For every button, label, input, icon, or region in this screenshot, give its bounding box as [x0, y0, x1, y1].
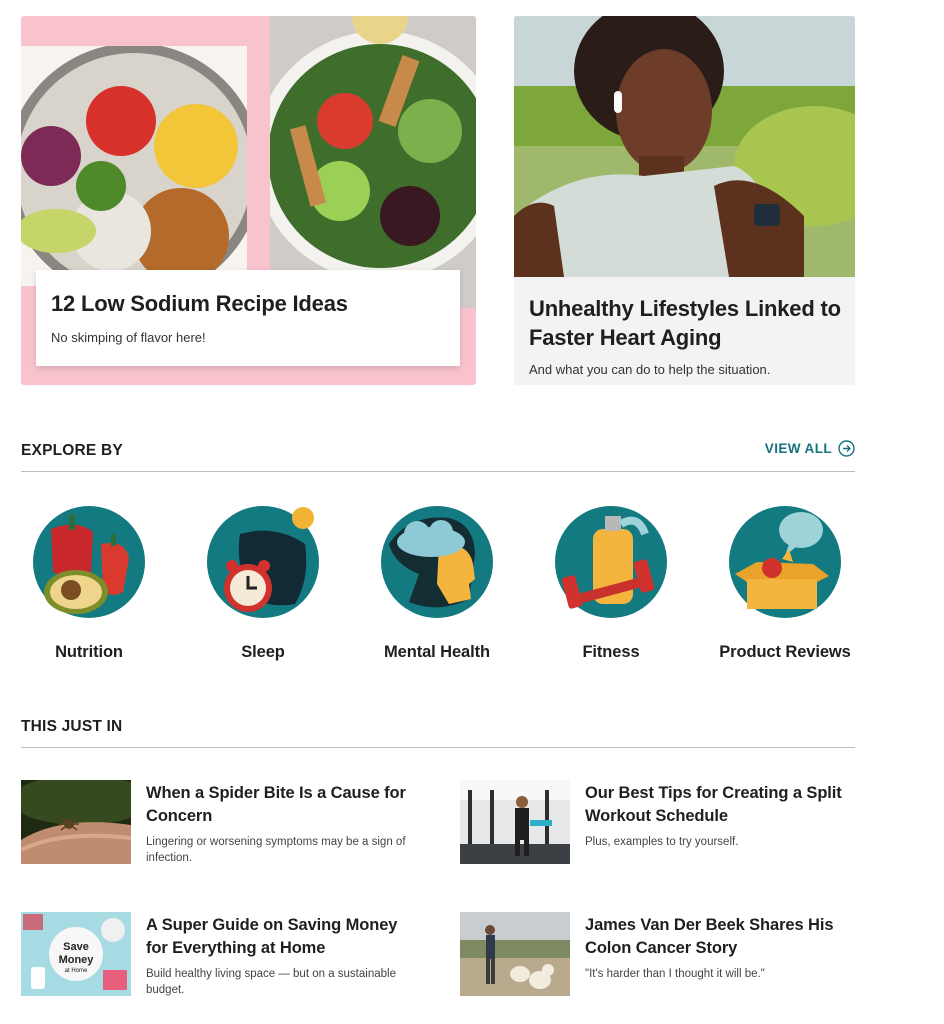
section-title: EXPLORE BY: [21, 442, 123, 459]
hero-card-heart-aging[interactable]: Unhealthy Lifestyles Linked to Faster He…: [514, 16, 855, 385]
section-title: THIS JUST IN: [21, 718, 123, 735]
hero-subtitle: No skimping of flavor here!: [51, 330, 206, 345]
hero-title[interactable]: Unhealthy Lifestyles Linked to Faster He…: [529, 294, 844, 352]
svg-text:Save: Save: [63, 941, 89, 953]
category-label: Sleep: [241, 643, 285, 661]
spider-bite-thumbnail: [21, 780, 131, 864]
head-cloud-icon: [379, 504, 495, 620]
hero-subtitle: And what you can do to help the situatio…: [529, 362, 771, 377]
category-label: Fitness: [582, 643, 640, 661]
category-label: Nutrition: [55, 643, 123, 661]
salad-bowl-image: [255, 16, 476, 308]
category-label: Mental Health: [384, 643, 490, 661]
category-label: Product Reviews: [719, 643, 851, 661]
woman-smartwatch-image: [514, 16, 855, 277]
latest-section-header: THIS JUST IN: [21, 718, 855, 748]
svg-text:at Home: at Home: [65, 968, 88, 974]
article-subtitle: Lingering or worsening symptoms may be a…: [146, 836, 406, 864]
view-all-label: VIEW ALL: [764, 441, 832, 456]
article-saving-money[interactable]: Save Money at Home A Super Guide on Savi…: [21, 912, 416, 1002]
article-subtitle: "It's harder than I thought it will be.": [585, 968, 765, 980]
category-nutrition[interactable]: Nutrition: [14, 504, 164, 662]
hero-title[interactable]: 12 Low Sodium Recipe Ideas: [51, 290, 445, 318]
article-title[interactable]: Our Best Tips for Creating a Split Worko…: [585, 782, 855, 828]
arrow-right-circle-icon: [838, 440, 855, 457]
save-money-thumbnail: Save Money at Home: [21, 912, 131, 996]
hero-text-box: 12 Low Sodium Recipe Ideas No skimping o…: [36, 270, 460, 366]
article-subtitle: Build healthy living space — but on a su…: [146, 968, 396, 996]
category-mental-health[interactable]: Mental Health: [362, 504, 512, 662]
category-fitness[interactable]: Fitness: [536, 504, 686, 662]
article-split-workout[interactable]: Our Best Tips for Creating a Split Worko…: [460, 780, 855, 870]
van-der-beek-thumbnail: [460, 912, 570, 996]
svg-text:Money: Money: [59, 954, 95, 966]
category-product-reviews[interactable]: Product Reviews: [710, 504, 860, 662]
box-chat-bubble-icon: [727, 504, 843, 620]
dumbbell-bottle-icon: [553, 504, 669, 620]
article-title[interactable]: When a Spider Bite Is a Cause for Concer…: [146, 782, 416, 828]
view-all-link[interactable]: VIEW ALL: [765, 440, 855, 457]
article-subtitle: Plus, examples to try yourself.: [585, 836, 739, 848]
explore-section-header: EXPLORE BY VIEW ALL: [21, 440, 855, 472]
article-title[interactable]: A Super Guide on Saving Money for Everyt…: [146, 914, 416, 960]
article-title[interactable]: James Van Der Beek Shares His Colon Canc…: [585, 914, 855, 960]
category-sleep[interactable]: Sleep: [188, 504, 338, 662]
recipe-bowl-image: [21, 43, 262, 299]
article-van-der-beek[interactable]: James Van Der Beek Shares His Colon Canc…: [460, 912, 855, 1002]
split-workout-thumbnail: [460, 780, 570, 864]
article-spider-bite[interactable]: When a Spider Bite Is a Cause for Concer…: [21, 780, 416, 870]
alarm-clock-pillow-icon: [205, 504, 321, 620]
pepper-avocado-icon: [31, 504, 147, 620]
hero-card-low-sodium[interactable]: 12 Low Sodium Recipe Ideas No skimping o…: [21, 16, 476, 385]
